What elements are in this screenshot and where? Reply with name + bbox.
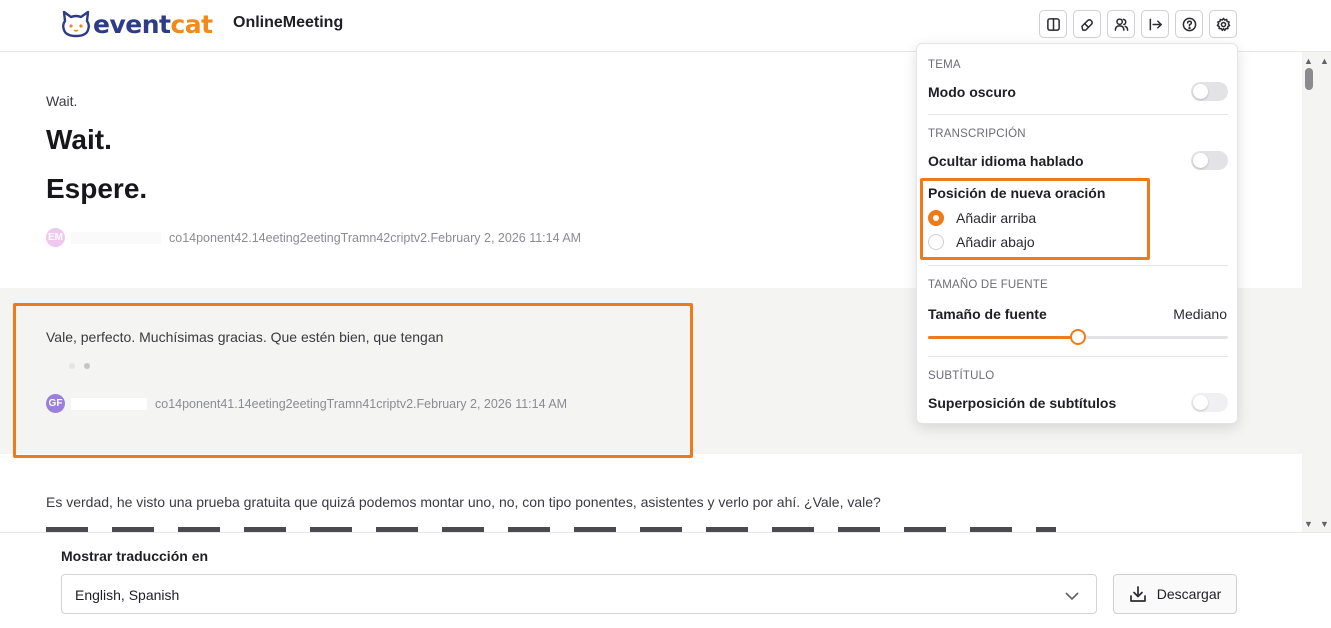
download-icon	[1129, 586, 1146, 602]
divider	[928, 356, 1228, 357]
section-label-font-size: TAMAÑO DE FUENTE	[928, 279, 1048, 291]
translation-label: Mostrar traducción en	[61, 548, 209, 564]
subtitle-overlay-toggle[interactable]	[1191, 393, 1228, 412]
select-value: English, Spanish	[75, 587, 180, 603]
eraser-icon	[1080, 18, 1093, 31]
entry-meta-text: co14ponent42.14eeting2eetingTramn42cript…	[169, 230, 582, 245]
speaker-name-redacted	[71, 231, 161, 244]
entry-meta-text: co14ponent41.14eeting2eetingTramn41cript…	[155, 396, 568, 411]
radio-add-top[interactable]: Añadir arriba	[928, 210, 1036, 226]
font-size-value: Mediano	[1173, 306, 1227, 322]
help-icon	[1182, 17, 1196, 31]
dark-mode-toggle[interactable]	[1191, 82, 1228, 101]
divider	[928, 265, 1228, 266]
section-label-transcripcion: TRANSCRIPCIÓN	[928, 128, 1026, 140]
entry-meta: GF co14ponent41.14eeting2eetingTramn41cr…	[46, 394, 567, 413]
dark-mode-label: Modo oscuro	[928, 84, 1016, 100]
split-view-icon	[1046, 17, 1060, 31]
subtitle-overlay-label: Superposición de subtítulos	[928, 395, 1117, 411]
logo-text: eventcat	[93, 9, 213, 39]
new-sentence-position-label: Posición de nueva oración	[928, 185, 1106, 201]
scrollbar[interactable]	[1302, 52, 1331, 532]
app-title: OnlineMeeting	[233, 14, 344, 31]
entry-translation-line: Wait.	[46, 124, 112, 155]
help-button[interactable]	[1175, 10, 1203, 38]
exit-button[interactable]	[1141, 10, 1169, 38]
participants-button[interactable]	[1107, 10, 1135, 38]
avatar: EM	[46, 228, 65, 247]
entry-source-text: Vale, perfecto. Muchísimas gracias. Que …	[46, 329, 444, 345]
download-label: Descargar	[1156, 586, 1222, 602]
section-label-subtitle: SUBTÍTULO	[928, 370, 995, 382]
translation-language-select[interactable]: English, Spanish	[61, 574, 1097, 614]
section-label-tema: TEMA	[928, 59, 961, 71]
scroll-up-icon[interactable]: ▲	[1304, 56, 1313, 66]
entry-source-text: Wait.	[46, 93, 78, 109]
entry-translation-line: Espere.	[46, 173, 148, 204]
chevron-down-icon	[1065, 592, 1079, 601]
entry-meta: EM co14ponent42.14eeting2eetingTramn42cr…	[46, 228, 581, 247]
hide-spoken-language-label: Ocultar idioma hablado	[928, 153, 1084, 169]
avatar: GF	[46, 394, 65, 413]
radio-label: Añadir abajo	[956, 234, 1035, 250]
font-size-label: Tamaño de fuente	[928, 306, 1047, 322]
slider-fill	[928, 336, 1078, 339]
slider-thumb[interactable]	[1070, 329, 1086, 345]
radio-label: Añadir arriba	[956, 210, 1037, 226]
radio-unselected-icon[interactable]	[928, 234, 944, 250]
speaker-name-redacted	[71, 397, 147, 410]
radio-add-bottom[interactable]: Añadir abajo	[928, 234, 1035, 250]
settings-panel: TEMA Modo oscuro TRANSCRIPCIÓN Ocultar i…	[916, 43, 1238, 424]
scroll-down-icon[interactable]: ▼	[1320, 519, 1329, 529]
settings-icon	[1216, 17, 1230, 31]
settings-button[interactable]	[1209, 10, 1237, 38]
font-size-slider[interactable]	[928, 329, 1228, 345]
scroll-down-icon[interactable]: ▼	[1304, 519, 1313, 529]
footer: Mostrar traducción en English, Spanish D…	[0, 532, 1331, 628]
exit-icon	[1149, 18, 1162, 30]
eventcat-logo[interactable]: eventcat	[60, 8, 213, 40]
header-toolbar	[1039, 10, 1237, 38]
divider	[928, 114, 1228, 115]
cat-logo-icon	[62, 10, 90, 38]
download-button[interactable]: Descargar	[1113, 574, 1237, 614]
users-icon	[1114, 17, 1128, 31]
eraser-button[interactable]	[1073, 10, 1101, 38]
scrollbar-thumb[interactable]	[1305, 68, 1313, 90]
hide-spoken-language-toggle[interactable]	[1191, 151, 1228, 170]
typing-indicator	[69, 363, 90, 369]
entry-source-text: Es verdad, he visto una prueba gratuita …	[46, 494, 881, 510]
radio-selected-icon[interactable]	[928, 210, 944, 226]
scroll-up-icon[interactable]: ▲	[1320, 56, 1329, 66]
split-view-button[interactable]	[1039, 10, 1067, 38]
